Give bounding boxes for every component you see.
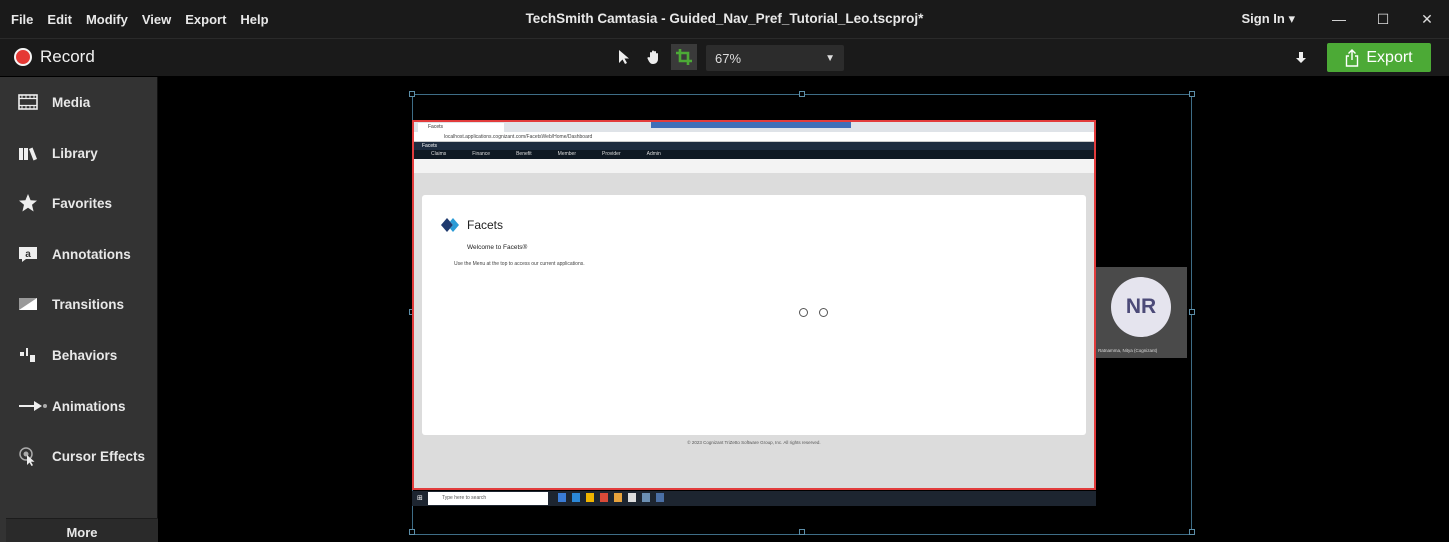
behaviors-icon bbox=[16, 345, 40, 365]
resize-handle[interactable] bbox=[409, 529, 415, 535]
zoom-share-bar bbox=[651, 122, 851, 128]
logo-text: Facets bbox=[467, 218, 504, 232]
nav-item: Benefit bbox=[516, 151, 532, 157]
title-bar: File Edit Modify View Export Help TechSm… bbox=[0, 0, 1449, 38]
menu-view[interactable]: View bbox=[142, 12, 171, 27]
windows-icon: ⊞ bbox=[417, 495, 423, 502]
browser-tab: Facets bbox=[418, 123, 504, 132]
sidebar-item-favorites[interactable]: Favorites bbox=[6, 181, 156, 225]
pointer-icon bbox=[619, 50, 629, 64]
caret-down-icon: ▾ bbox=[1288, 11, 1295, 26]
sidebar-item-transitions[interactable]: Transitions bbox=[6, 282, 156, 326]
minimize-button[interactable]: — bbox=[1317, 11, 1361, 27]
preview-canvas[interactable]: Facets localhost.applications.cognizant.… bbox=[159, 77, 1449, 542]
menu-file[interactable]: File bbox=[11, 12, 33, 27]
app-subheader bbox=[414, 159, 1094, 173]
export-button[interactable]: Export bbox=[1327, 43, 1431, 72]
record-label: Record bbox=[40, 47, 95, 66]
chevron-down-icon: ▼ bbox=[825, 52, 835, 64]
recording-preview[interactable]: Facets localhost.applications.cognizant.… bbox=[412, 120, 1096, 490]
browser-tab-strip: Facets bbox=[414, 122, 1094, 132]
resize-handle[interactable] bbox=[799, 529, 805, 535]
animation-icon bbox=[16, 396, 50, 416]
resize-handle[interactable] bbox=[1189, 309, 1195, 315]
toolbar: Record 67% ▼ Export bbox=[0, 38, 1449, 76]
address-bar: localhost.applications.cognizant.com/Fac… bbox=[414, 132, 1094, 142]
sidebar-item-cursor-effects[interactable]: Cursor Effects bbox=[6, 434, 156, 478]
sidebar-item-annotations[interactable]: a Annotations bbox=[6, 232, 156, 276]
taskbar-icons bbox=[558, 493, 664, 502]
sign-in-label: Sign In bbox=[1241, 11, 1285, 26]
sidebar-item-animations[interactable]: Animations bbox=[6, 384, 156, 428]
recorded-taskbar: ⊞ Type here to search bbox=[412, 491, 1096, 506]
sidebar-item-label: Library bbox=[52, 145, 98, 161]
cursor-effects-icon bbox=[16, 446, 40, 466]
tools-sidebar: Media Library Favorites a Annotations Tr… bbox=[0, 77, 158, 542]
svg-text:a: a bbox=[25, 249, 31, 260]
crop-tool-button[interactable] bbox=[671, 44, 697, 70]
participant-name: Ratnamma, Nitya (Cognizant) bbox=[1098, 348, 1158, 353]
transition-icon bbox=[16, 294, 40, 314]
welcome-text: Welcome to Facets® bbox=[467, 244, 528, 251]
select-tool-button[interactable] bbox=[611, 44, 637, 70]
hand-icon bbox=[647, 50, 658, 64]
record-button[interactable]: Record bbox=[14, 47, 95, 67]
star-icon bbox=[16, 193, 40, 213]
menu-bar: File Edit Modify View Export Help bbox=[0, 12, 269, 27]
webcam-tile: NR Ratnamma, Nitya (Cognizant) bbox=[1096, 267, 1187, 358]
nav-item: Member bbox=[557, 151, 576, 157]
nav-item: Claims bbox=[431, 151, 447, 157]
menu-modify[interactable]: Modify bbox=[86, 12, 128, 27]
zoom-value: 67% bbox=[715, 50, 742, 66]
annotation-icon: a bbox=[16, 244, 40, 264]
sidebar-item-library[interactable]: Library bbox=[6, 131, 156, 175]
menu-help[interactable]: Help bbox=[240, 12, 268, 27]
resize-handle[interactable] bbox=[1189, 91, 1195, 97]
more-button[interactable]: More bbox=[6, 518, 158, 542]
menu-export[interactable]: Export bbox=[185, 12, 226, 27]
resize-handle[interactable] bbox=[409, 91, 415, 97]
sign-in-button[interactable]: Sign In ▾ bbox=[1242, 11, 1296, 27]
library-icon bbox=[16, 143, 40, 163]
nav-item: Finance bbox=[472, 151, 491, 157]
download-button[interactable] bbox=[1289, 47, 1313, 69]
sidebar-item-label: Transitions bbox=[52, 296, 125, 312]
instruction-text: Use the Menu at the top to access our cu… bbox=[454, 261, 585, 267]
taskbar-search: Type here to search bbox=[428, 492, 548, 505]
download-icon bbox=[1296, 52, 1306, 63]
canvas-tools bbox=[611, 44, 697, 70]
export-label: Export bbox=[1366, 48, 1413, 66]
sidebar-item-label: Favorites bbox=[52, 195, 113, 211]
pan-tool-button[interactable] bbox=[641, 44, 667, 70]
copyright-text: © 2023 Cognizant TriZetto Software Group… bbox=[687, 440, 821, 445]
app-nav: Claims Finance Benefit Member Provider A… bbox=[414, 150, 1094, 159]
welcome-panel: Facets Welcome to Facets® Use the Menu a… bbox=[422, 195, 1086, 435]
zoom-dropdown[interactable]: 67% ▼ bbox=[706, 45, 844, 71]
nav-item: Admin bbox=[646, 151, 661, 157]
sidebar-item-label: Media bbox=[52, 94, 91, 110]
crop-icon bbox=[676, 49, 692, 65]
resize-handle[interactable] bbox=[1189, 529, 1195, 535]
sidebar-item-label: Cursor Effects bbox=[52, 448, 146, 464]
menu-edit[interactable]: Edit bbox=[47, 12, 72, 27]
facets-logo-icon bbox=[441, 218, 459, 232]
record-icon bbox=[14, 48, 32, 66]
loading-indicator bbox=[799, 308, 828, 317]
sidebar-item-label: Annotations bbox=[52, 246, 131, 262]
maximize-button[interactable]: ☐ bbox=[1361, 11, 1405, 28]
film-icon bbox=[16, 92, 40, 112]
sidebar-item-media[interactable]: Media bbox=[6, 80, 156, 124]
facets-logo: Facets bbox=[441, 217, 503, 233]
share-icon bbox=[1346, 48, 1359, 67]
resize-handle[interactable] bbox=[799, 91, 805, 97]
sidebar-item-label: Animations bbox=[52, 398, 126, 414]
window-controls: Sign In ▾ — ☐ ✕ bbox=[1242, 0, 1449, 38]
avatar: NR bbox=[1111, 277, 1171, 337]
app-header: Facets bbox=[414, 142, 1094, 150]
sidebar-item-behaviors[interactable]: Behaviors bbox=[6, 333, 156, 377]
nav-item: Provider bbox=[602, 151, 621, 157]
close-button[interactable]: ✕ bbox=[1405, 11, 1449, 28]
sidebar-item-label: Behaviors bbox=[52, 347, 118, 363]
